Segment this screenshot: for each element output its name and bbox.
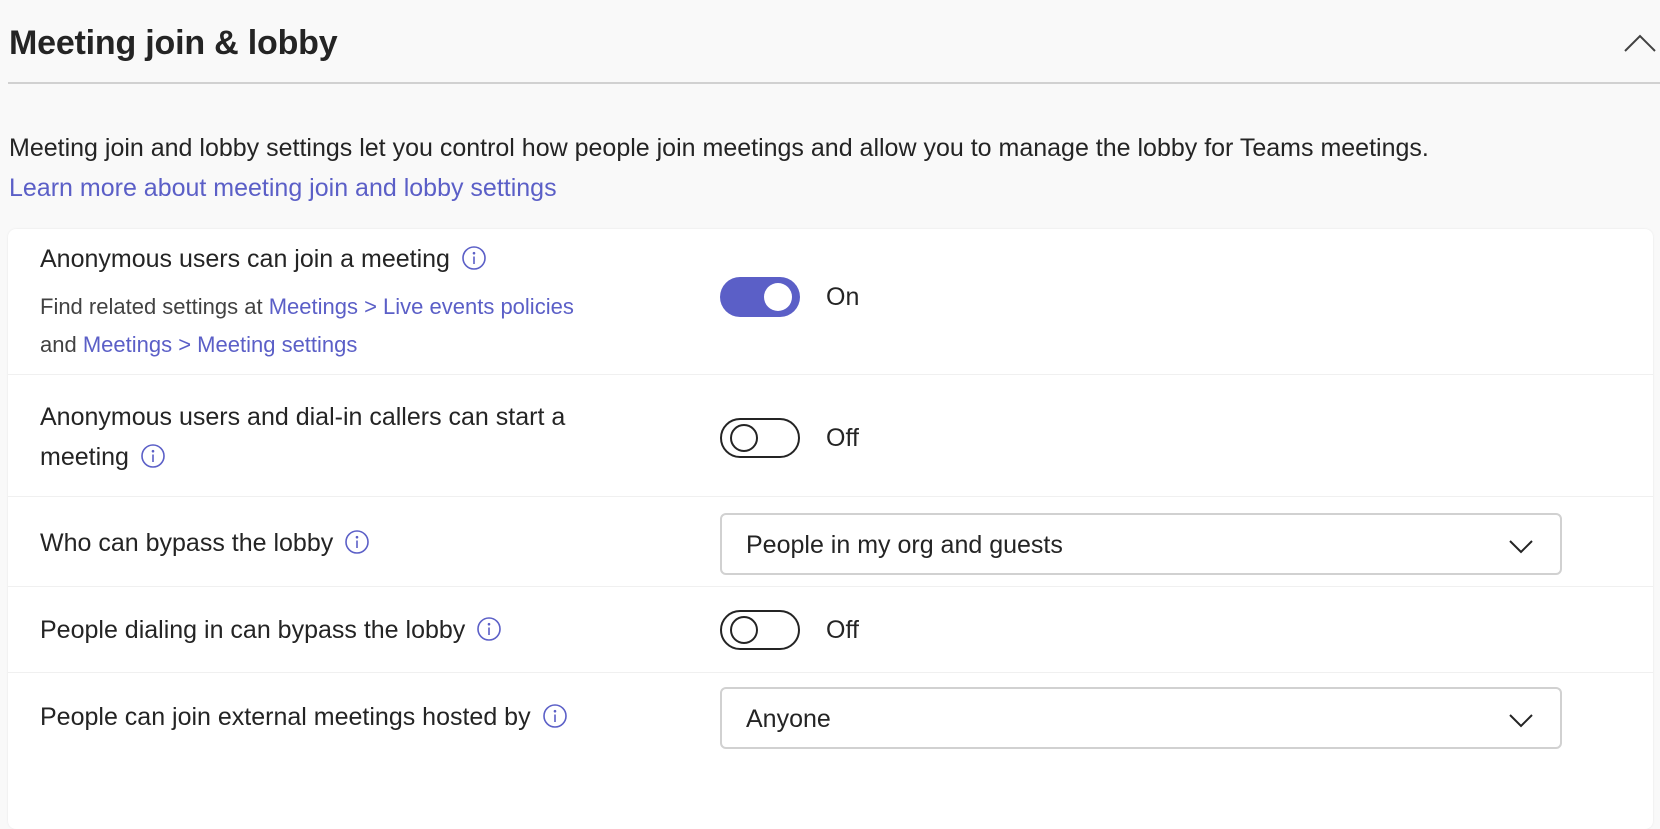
related-settings-line-1: Find related settings at Meetings > Live… <box>40 294 574 319</box>
external-meetings-dropdown[interactable]: Anyone <box>720 687 1562 749</box>
description-text: Meeting join and lobby settings let you … <box>9 134 1429 162</box>
setting-label: Anonymous users can join a meeting <box>40 239 487 279</box>
setting-row-bypass-lobby: Who can bypass the lobby People in my or… <box>8 497 1653 587</box>
chevron-down-icon <box>1509 714 1533 728</box>
dial-in-bypass-toggle[interactable] <box>720 610 800 650</box>
setting-row-external-meetings: People can join external meetings hosted… <box>8 673 1653 773</box>
setting-row-dial-in-bypass: People dialing in can bypass the lobby O… <box>8 587 1653 673</box>
anonymous-join-toggle[interactable] <box>720 277 800 317</box>
settings-card: Anonymous users can join a meeting Find … <box>8 229 1653 829</box>
setting-row-anonymous-start: Anonymous users and dial-in callers can … <box>8 375 1653 497</box>
setting-label: Anonymous users and dial-in callers can … <box>40 403 566 471</box>
section-title: Meeting join & lobby <box>9 24 338 62</box>
toggle-state-label: Off <box>826 616 859 644</box>
info-icon[interactable] <box>461 245 487 271</box>
collapse-section-button[interactable] <box>1620 28 1660 58</box>
setting-row-anonymous-join: Anonymous users can join a meeting Find … <box>8 229 1653 375</box>
meeting-settings-link[interactable]: Meetings > Meeting settings <box>83 332 358 357</box>
setting-label: Who can bypass the lobby <box>40 523 370 563</box>
info-icon[interactable] <box>344 529 370 555</box>
related-settings-line-2: and Meetings > Meeting settings <box>40 332 358 357</box>
dropdown-selected-value: Anyone <box>746 705 831 733</box>
live-events-policies-link[interactable]: Meetings > Live events policies <box>269 294 574 319</box>
toggle-knob <box>764 283 792 311</box>
toggle-knob <box>730 424 758 452</box>
dropdown-selected-value: People in my org and guests <box>746 531 1063 559</box>
setting-label: People dialing in can bypass the lobby <box>40 610 502 650</box>
chevron-down-icon <box>1509 540 1533 554</box>
toggle-state-label: Off <box>826 424 859 452</box>
chevron-up-icon <box>1624 34 1656 52</box>
setting-label: People can join external meetings hosted… <box>40 697 568 737</box>
anonymous-start-toggle[interactable] <box>720 418 800 458</box>
info-icon[interactable] <box>140 443 166 469</box>
bypass-lobby-dropdown[interactable]: People in my org and guests <box>720 513 1562 575</box>
info-icon[interactable] <box>542 703 568 729</box>
info-icon[interactable] <box>476 616 502 642</box>
toggle-state-label: On <box>826 283 860 311</box>
section-description: Meeting join and lobby settings let you … <box>9 128 1649 208</box>
section-header: Meeting join & lobby <box>8 0 1660 84</box>
learn-more-link[interactable]: Learn more about meeting join and lobby … <box>9 174 557 202</box>
toggle-knob <box>730 616 758 644</box>
